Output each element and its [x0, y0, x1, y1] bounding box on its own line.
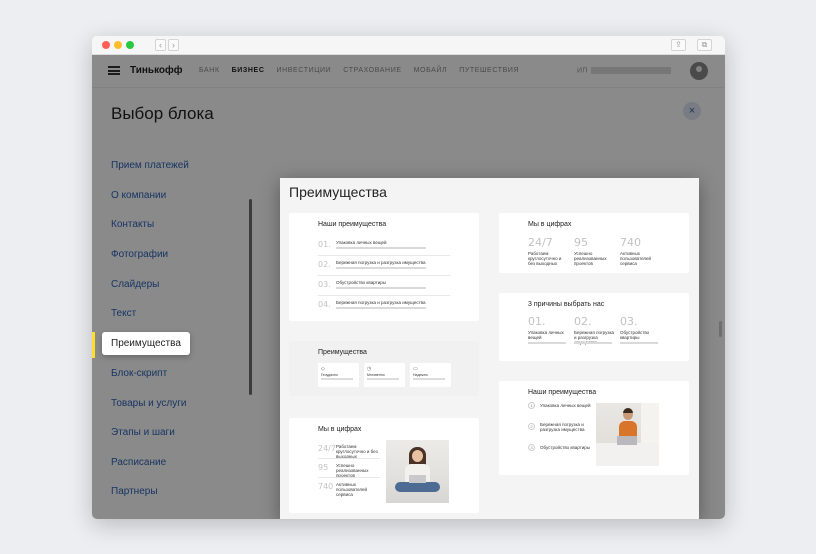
site: Тинькофф БАНК БИЗНЕС ИНВЕСТИЦИИ СТРАХОВА… — [92, 55, 725, 519]
maximize-window-button[interactable] — [126, 41, 134, 49]
card-title: Преимущества — [318, 349, 367, 356]
step-number: 2 — [528, 423, 535, 430]
block-template-three-reasons[interactable]: 3 причины выбрать нас 01. Упаковка личны… — [499, 293, 689, 361]
card-title: Мы в цифрах — [318, 426, 362, 433]
feature-description — [321, 378, 353, 380]
step-text: Бережная погрузка и разгрузка имущества — [540, 422, 585, 432]
item-text: Обустройство квартиры — [336, 280, 386, 285]
item-number: 03. — [318, 280, 331, 289]
reason-text: Обустройство квартиры — [620, 330, 650, 340]
stat-text: Активных пользователей сервиса — [620, 251, 652, 266]
forward-icon[interactable]: › — [168, 39, 179, 51]
selected-accent — [92, 332, 95, 358]
card-title: Наши преимущества — [528, 389, 597, 396]
share-icon[interactable]: ⇪ — [671, 39, 686, 51]
minimize-window-button[interactable] — [114, 41, 122, 49]
step-text: Обустройство квартиры — [540, 445, 590, 450]
item-text: Бережная погрузка и разгрузка имущества — [336, 260, 426, 265]
page-scrollbar[interactable] — [719, 321, 722, 337]
reason-description — [620, 342, 658, 344]
card-title: 3 причины выбрать нас — [528, 301, 605, 308]
stat-text: Работаем круглосуточно и без выходных — [528, 251, 562, 266]
photo-woman-laptop — [386, 440, 449, 503]
feature-title: Надежно — [413, 373, 428, 377]
feature-title: Мгновенно — [367, 373, 385, 377]
block-template-numbers-photo[interactable]: Мы в цифрах 24/7 Работаем круглосуточно … — [289, 418, 479, 513]
divider — [318, 458, 380, 459]
stat-number: 740 — [620, 236, 641, 249]
reason-text: Упаковка личных вещей — [528, 330, 564, 340]
card-title: Мы в цифрах — [528, 221, 572, 228]
item-number: 24/7 — [318, 444, 336, 453]
reason-number: 03. — [620, 315, 638, 328]
item-number: 02. — [318, 260, 331, 269]
photo-man-laptop — [596, 403, 659, 466]
stat-text: Успешно реализованных проектов — [574, 251, 607, 266]
step-text: Упаковка личных вещей — [540, 403, 591, 408]
item-description — [336, 267, 426, 269]
block-template-advantages-photo[interactable]: Наши преимущества 1 Упаковка личных веще… — [499, 381, 689, 475]
item-number: 95 — [318, 463, 329, 472]
reason-description — [528, 342, 566, 344]
divider — [318, 275, 450, 276]
browser-window: ‹ › ⇪ ⧉ Тинькофф БАНК БИЗНЕС ИНВЕСТИЦИИ … — [92, 36, 725, 519]
preview-title: Преимущества — [289, 184, 387, 200]
feature-description — [367, 378, 399, 380]
card-icon: ▭ — [413, 366, 418, 372]
location-icon: ◇ — [321, 366, 325, 372]
back-icon[interactable]: ‹ — [155, 39, 166, 51]
item-description — [336, 287, 426, 289]
item-text: Успешно реализованных проектов — [336, 463, 369, 478]
feature-card: ▭ Надежно — [410, 363, 451, 387]
item-description — [336, 247, 426, 249]
stat-number: 24/7 — [528, 236, 553, 249]
clock-icon: ◷ — [367, 366, 372, 372]
step-number: 1 — [528, 402, 535, 409]
feature-card: ◇ Геоудачно — [318, 363, 359, 387]
item-text: Бережная погрузка и разгрузка имущества — [336, 300, 426, 305]
close-window-button[interactable] — [102, 41, 110, 49]
item-text: Упаковка личных вещей — [336, 240, 387, 245]
item-text: Активных пользователей сервиса — [336, 482, 368, 497]
feature-title: Геоудачно — [321, 373, 338, 377]
item-number: 740 — [318, 482, 334, 491]
browser-toolbar: ‹ › ⇪ ⧉ — [92, 36, 725, 55]
block-template-numbers-columns[interactable]: Мы в цифрах 24/7 Работаем круглосуточно … — [499, 213, 689, 273]
item-number: 01. — [318, 240, 331, 249]
card-title: Наши преимущества — [318, 221, 387, 228]
item-text: Работаем круглосуточно и без выходных — [336, 444, 378, 459]
reason-description — [574, 342, 612, 344]
step-number: 3 — [528, 444, 535, 451]
feature-description — [413, 378, 445, 380]
item-number: 04. — [318, 300, 331, 309]
divider — [318, 477, 380, 478]
divider — [318, 255, 450, 256]
tabs-icon[interactable]: ⧉ — [697, 39, 712, 51]
menu-item-advantages[interactable]: Преимущества — [102, 332, 190, 355]
block-template-advantages-list[interactable]: Наши преимущества 01. Упаковка личных ве… — [289, 213, 479, 321]
reason-number: 02. — [574, 315, 592, 328]
stat-number: 95 — [574, 236, 588, 249]
feature-card: ◷ Мгновенно — [364, 363, 405, 387]
item-description — [336, 307, 426, 309]
divider — [318, 295, 450, 296]
block-preview: Преимущества Наши преимущества 01. Упако… — [280, 178, 699, 519]
block-template-advantages-cards[interactable]: Преимущества ◇ Геоудачно ◷ Мгновенно ▭ Н… — [289, 341, 479, 396]
reason-number: 01. — [528, 315, 546, 328]
